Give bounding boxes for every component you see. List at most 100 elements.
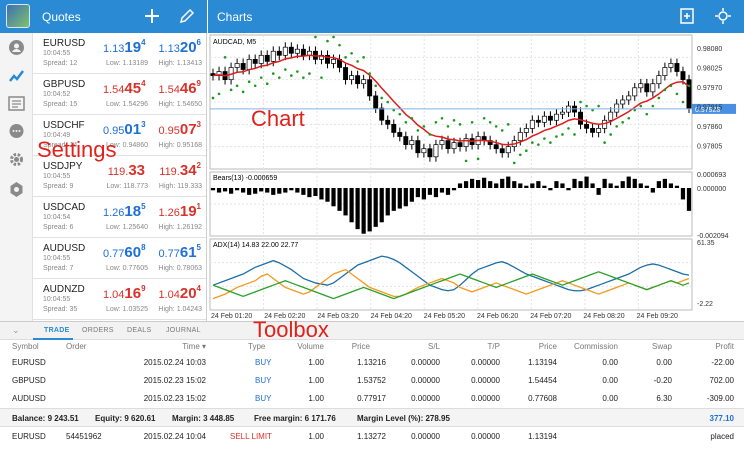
quote-ask[interactable]: 1.26191 (158, 202, 201, 220)
quote-ask[interactable]: 1.54469 (158, 79, 201, 97)
quote-ask[interactable]: 119.342 (158, 161, 201, 179)
position-row[interactable]: EURUSD 2015.02.24 10:03 BUY 1.00 1.13216 0.00… (0, 354, 744, 372)
candle-body (427, 148, 433, 158)
col-commission[interactable]: Commission (560, 342, 618, 351)
bears-bar (608, 183, 613, 188)
position-symbol: EURUSD (12, 358, 46, 367)
sar-dot (506, 123, 510, 126)
tab-deals[interactable]: DEALS (127, 327, 151, 334)
quote-bid[interactable]: 1.13194 (103, 38, 146, 56)
candle-body (433, 144, 439, 158)
quote-ask[interactable]: 0.95073 (158, 120, 201, 138)
quote-bid[interactable]: 1.04169 (103, 284, 146, 302)
chart-icon[interactable] (8, 67, 25, 84)
sar-dot (440, 116, 444, 120)
sar-dot (512, 161, 516, 165)
position-price: 1.53752 (357, 376, 386, 385)
quote-row-audnzd[interactable]: AUDNZD 10:04:55 Spread: 35 1.04169 1.04204 Lo… (33, 279, 206, 320)
bears-bar (247, 188, 252, 195)
candle-body (294, 48, 300, 54)
adx-label: ADX(14) 14.83 22.00 22.77 (213, 242, 298, 249)
settings-icon[interactable] (8, 151, 25, 168)
candle-body (421, 148, 427, 154)
tab-trade[interactable]: TRADE (44, 327, 70, 334)
col-price[interactable]: Price (330, 342, 370, 351)
new-order-icon[interactable] (678, 7, 696, 25)
col-time[interactable]: Time ▾ (150, 342, 206, 351)
bears-bar (584, 176, 589, 188)
col-swap[interactable]: Swap (632, 342, 672, 351)
position-row[interactable]: AUDUSD 2015.02.23 15:02 BUY 1.00 0.77917 0.00… (0, 390, 744, 408)
position-row[interactable]: GBPUSD 2015.02.23 15:02 BUY 1.00 1.53752 0.00… (0, 372, 744, 390)
col-profit[interactable]: Profit (690, 342, 734, 351)
col-sl[interactable]: S/L (400, 342, 440, 351)
col-tp[interactable]: T/P (460, 342, 500, 351)
quotes-icon[interactable] (8, 39, 25, 56)
app-logo-icon[interactable] (6, 4, 30, 28)
quote-row-eurusd[interactable]: EURUSD 10:04:55 Spread: 12 1.13194 1.13206 Lo… (33, 33, 206, 74)
candle-body (638, 83, 644, 89)
quote-ask[interactable]: 1.04204 (158, 284, 201, 302)
quote-ask[interactable]: 1.13206 (158, 38, 201, 56)
col-type[interactable]: Type (248, 342, 265, 351)
position-swap: 6.30 (656, 394, 672, 403)
sar-dot (362, 56, 365, 59)
bears-bar (518, 183, 523, 188)
chevron-down-icon[interactable]: ⌄ (12, 325, 20, 336)
quote-bid[interactable]: 1.54454 (103, 79, 146, 97)
candle-body (240, 63, 246, 70)
sar-dot (452, 118, 456, 122)
position-volume: 1.00 (308, 358, 324, 367)
sar-dot (627, 116, 631, 120)
col-symbol[interactable]: Symbol (12, 342, 39, 351)
quote-row-usdcad[interactable]: USDCAD 10:04:54 Spread: 6 1.26185 1.26191 Low… (33, 197, 206, 238)
timeframe-icon[interactable] (714, 7, 732, 25)
settings-annotation: Settings (37, 137, 117, 162)
trade-icon[interactable] (8, 95, 25, 112)
bears-bar (415, 188, 420, 198)
charts-header: Charts (208, 0, 744, 33)
position-time: 2015.02.23 15:02 (143, 394, 206, 403)
account-summary: Balance: 9 243.51 Equity: 9 620.61 Margi… (0, 408, 744, 427)
col-order[interactable]: Order (66, 342, 86, 351)
tab-journal[interactable]: JOURNAL (166, 327, 201, 334)
col-volume[interactable]: Volume (284, 342, 324, 351)
plus-icon[interactable] (143, 7, 161, 25)
quote-row-audusd[interactable]: AUDUSD 10:04:55 Spread: 7 0.77608 0.77615 Low… (33, 238, 206, 279)
community-icon[interactable] (8, 181, 25, 198)
position-symbol: GBPUSD (12, 376, 46, 385)
position-volume: 1.00 (308, 376, 324, 385)
candle-body (626, 95, 632, 101)
quote-row-gbpusd[interactable]: GBPUSD 10:04:52 Spread: 15 1.54454 1.54469 Lo… (33, 74, 206, 115)
quote-time: 10:04:54 (43, 214, 71, 221)
position-price2: 1.13194 (528, 358, 557, 367)
bears-bar (397, 188, 402, 209)
quote-bid[interactable]: 0.77608 (103, 243, 146, 261)
sar-dot (603, 141, 606, 144)
quote-high: High: 0.78063 (158, 265, 202, 272)
pending-order-row[interactable]: EURUSD 54451962 2015.02.24 10:04 SELL LI… (0, 428, 744, 446)
chart-canvas[interactable]: 0.979280.980800.980250.979700.979150.978… (208, 33, 744, 321)
tab-orders[interactable]: ORDERS (82, 327, 114, 334)
quote-ask[interactable]: 0.77615 (158, 243, 201, 261)
candle-body (650, 83, 656, 93)
candle-body (529, 119, 535, 129)
ask-pips: 19 (179, 203, 197, 220)
sar-dot (579, 100, 582, 104)
quote-bid[interactable]: 119.33 (103, 161, 145, 179)
col-current-price[interactable]: Price (515, 342, 557, 351)
sar-dot (241, 90, 245, 94)
chart-panel[interactable]: 0.97928 0.98080 0.98025 0.97970 0.97915 0.978… (208, 33, 744, 321)
quote-high: High: 1.26192 (158, 224, 202, 231)
sar-dot (687, 84, 691, 88)
chat-icon[interactable] (8, 123, 25, 140)
position-price2: 0.77608 (528, 394, 557, 403)
candle-body (415, 140, 421, 154)
quote-bid[interactable]: 1.26185 (103, 202, 146, 220)
pencil-icon[interactable] (178, 7, 196, 25)
time-tick-label: 24 Feb 08:20 (583, 313, 624, 320)
position-swap: -0.20 (653, 376, 672, 385)
bears-bar (427, 188, 433, 195)
quote-bid[interactable]: 0.95013 (103, 120, 146, 138)
sar-dot (446, 125, 450, 128)
